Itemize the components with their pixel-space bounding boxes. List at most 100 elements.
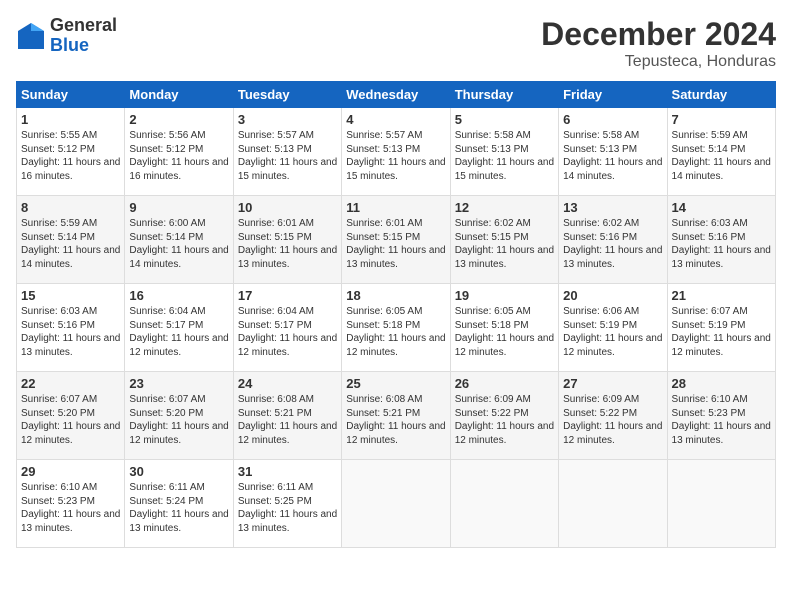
day-info: Sunrise: 5:55 AMSunset: 5:12 PMDaylight:… <box>21 130 120 182</box>
day-number: 30 <box>129 464 228 479</box>
calendar-cell: 15 Sunrise: 6:03 AMSunset: 5:16 PMDaylig… <box>17 284 125 372</box>
day-info: Sunrise: 5:57 AMSunset: 5:13 PMDaylight:… <box>346 130 445 182</box>
page: General Blue December 2024 Tepusteca, Ho… <box>0 0 792 612</box>
calendar-cell: 31 Sunrise: 6:11 AMSunset: 5:25 PMDaylig… <box>233 460 341 548</box>
col-sunday: Sunday <box>17 82 125 108</box>
day-info: Sunrise: 6:03 AMSunset: 5:16 PMDaylight:… <box>21 306 120 358</box>
day-number: 25 <box>346 376 445 391</box>
logo-general-text: General <box>50 16 117 36</box>
day-info: Sunrise: 5:59 AMSunset: 5:14 PMDaylight:… <box>672 130 771 182</box>
calendar-cell: 1 Sunrise: 5:55 AMSunset: 5:12 PMDayligh… <box>17 108 125 196</box>
day-info: Sunrise: 6:11 AMSunset: 5:25 PMDaylight:… <box>238 482 337 534</box>
day-info: Sunrise: 6:10 AMSunset: 5:23 PMDaylight:… <box>672 394 771 446</box>
day-info: Sunrise: 6:11 AMSunset: 5:24 PMDaylight:… <box>129 482 228 534</box>
calendar-cell: 21 Sunrise: 6:07 AMSunset: 5:19 PMDaylig… <box>667 284 775 372</box>
day-number: 31 <box>238 464 337 479</box>
day-number: 29 <box>21 464 120 479</box>
calendar-cell: 10 Sunrise: 6:01 AMSunset: 5:15 PMDaylig… <box>233 196 341 284</box>
calendar-week-2: 8 Sunrise: 5:59 AMSunset: 5:14 PMDayligh… <box>17 196 776 284</box>
day-number: 8 <box>21 200 120 215</box>
day-number: 23 <box>129 376 228 391</box>
calendar-cell: 30 Sunrise: 6:11 AMSunset: 5:24 PMDaylig… <box>125 460 233 548</box>
day-number: 3 <box>238 112 337 127</box>
day-info: Sunrise: 6:05 AMSunset: 5:18 PMDaylight:… <box>346 306 445 358</box>
calendar-cell: 9 Sunrise: 6:00 AMSunset: 5:14 PMDayligh… <box>125 196 233 284</box>
day-number: 19 <box>455 288 554 303</box>
calendar-cell: 25 Sunrise: 6:08 AMSunset: 5:21 PMDaylig… <box>342 372 450 460</box>
calendar-cell: 17 Sunrise: 6:04 AMSunset: 5:17 PMDaylig… <box>233 284 341 372</box>
calendar-cell: 26 Sunrise: 6:09 AMSunset: 5:22 PMDaylig… <box>450 372 558 460</box>
calendar-cell: 4 Sunrise: 5:57 AMSunset: 5:13 PMDayligh… <box>342 108 450 196</box>
calendar-location: Tepusteca, Honduras <box>541 53 776 71</box>
day-info: Sunrise: 6:10 AMSunset: 5:23 PMDaylight:… <box>21 482 120 534</box>
day-number: 6 <box>563 112 662 127</box>
day-info: Sunrise: 6:02 AMSunset: 5:15 PMDaylight:… <box>455 218 554 270</box>
day-number: 2 <box>129 112 228 127</box>
calendar-table: Sunday Monday Tuesday Wednesday Thursday… <box>16 81 776 548</box>
logo-blue-text: Blue <box>50 36 117 56</box>
calendar-cell: 24 Sunrise: 6:08 AMSunset: 5:21 PMDaylig… <box>233 372 341 460</box>
calendar-cell: 22 Sunrise: 6:07 AMSunset: 5:20 PMDaylig… <box>17 372 125 460</box>
day-info: Sunrise: 5:57 AMSunset: 5:13 PMDaylight:… <box>238 130 337 182</box>
day-info: Sunrise: 6:09 AMSunset: 5:22 PMDaylight:… <box>563 394 662 446</box>
day-number: 5 <box>455 112 554 127</box>
calendar-cell <box>450 460 558 548</box>
day-info: Sunrise: 6:01 AMSunset: 5:15 PMDaylight:… <box>346 218 445 270</box>
day-number: 10 <box>238 200 337 215</box>
day-number: 27 <box>563 376 662 391</box>
logo: General Blue <box>16 16 117 56</box>
calendar-cell: 27 Sunrise: 6:09 AMSunset: 5:22 PMDaylig… <box>559 372 667 460</box>
day-number: 7 <box>672 112 771 127</box>
calendar-week-4: 22 Sunrise: 6:07 AMSunset: 5:20 PMDaylig… <box>17 372 776 460</box>
day-info: Sunrise: 6:07 AMSunset: 5:19 PMDaylight:… <box>672 306 771 358</box>
day-info: Sunrise: 5:59 AMSunset: 5:14 PMDaylight:… <box>21 218 120 270</box>
day-number: 14 <box>672 200 771 215</box>
logo-icon <box>16 21 46 51</box>
day-info: Sunrise: 6:00 AMSunset: 5:14 PMDaylight:… <box>129 218 228 270</box>
day-info: Sunrise: 6:07 AMSunset: 5:20 PMDaylight:… <box>21 394 120 446</box>
day-number: 18 <box>346 288 445 303</box>
col-monday: Monday <box>125 82 233 108</box>
calendar-cell: 23 Sunrise: 6:07 AMSunset: 5:20 PMDaylig… <box>125 372 233 460</box>
day-info: Sunrise: 5:58 AMSunset: 5:13 PMDaylight:… <box>563 130 662 182</box>
calendar-cell: 14 Sunrise: 6:03 AMSunset: 5:16 PMDaylig… <box>667 196 775 284</box>
calendar-week-3: 15 Sunrise: 6:03 AMSunset: 5:16 PMDaylig… <box>17 284 776 372</box>
calendar-cell: 20 Sunrise: 6:06 AMSunset: 5:19 PMDaylig… <box>559 284 667 372</box>
day-number: 26 <box>455 376 554 391</box>
logo-text: General Blue <box>50 16 117 56</box>
col-friday: Friday <box>559 82 667 108</box>
day-number: 15 <box>21 288 120 303</box>
title-block: December 2024 Tepusteca, Honduras <box>541 16 776 71</box>
day-number: 22 <box>21 376 120 391</box>
calendar-cell: 7 Sunrise: 5:59 AMSunset: 5:14 PMDayligh… <box>667 108 775 196</box>
calendar-cell: 29 Sunrise: 6:10 AMSunset: 5:23 PMDaylig… <box>17 460 125 548</box>
col-wednesday: Wednesday <box>342 82 450 108</box>
header: General Blue December 2024 Tepusteca, Ho… <box>16 16 776 71</box>
calendar-cell: 6 Sunrise: 5:58 AMSunset: 5:13 PMDayligh… <box>559 108 667 196</box>
day-info: Sunrise: 6:01 AMSunset: 5:15 PMDaylight:… <box>238 218 337 270</box>
calendar-cell <box>342 460 450 548</box>
day-number: 24 <box>238 376 337 391</box>
calendar-cell: 16 Sunrise: 6:04 AMSunset: 5:17 PMDaylig… <box>125 284 233 372</box>
day-info: Sunrise: 6:02 AMSunset: 5:16 PMDaylight:… <box>563 218 662 270</box>
day-number: 20 <box>563 288 662 303</box>
calendar-cell: 3 Sunrise: 5:57 AMSunset: 5:13 PMDayligh… <box>233 108 341 196</box>
day-info: Sunrise: 6:05 AMSunset: 5:18 PMDaylight:… <box>455 306 554 358</box>
calendar-cell: 12 Sunrise: 6:02 AMSunset: 5:15 PMDaylig… <box>450 196 558 284</box>
calendar-cell: 18 Sunrise: 6:05 AMSunset: 5:18 PMDaylig… <box>342 284 450 372</box>
day-info: Sunrise: 6:08 AMSunset: 5:21 PMDaylight:… <box>238 394 337 446</box>
calendar-cell <box>559 460 667 548</box>
col-thursday: Thursday <box>450 82 558 108</box>
day-number: 21 <box>672 288 771 303</box>
col-tuesday: Tuesday <box>233 82 341 108</box>
calendar-cell: 11 Sunrise: 6:01 AMSunset: 5:15 PMDaylig… <box>342 196 450 284</box>
calendar-cell: 5 Sunrise: 5:58 AMSunset: 5:13 PMDayligh… <box>450 108 558 196</box>
calendar-cell: 2 Sunrise: 5:56 AMSunset: 5:12 PMDayligh… <box>125 108 233 196</box>
day-number: 28 <box>672 376 771 391</box>
day-number: 13 <box>563 200 662 215</box>
day-info: Sunrise: 5:56 AMSunset: 5:12 PMDaylight:… <box>129 130 228 182</box>
day-info: Sunrise: 6:08 AMSunset: 5:21 PMDaylight:… <box>346 394 445 446</box>
day-info: Sunrise: 6:03 AMSunset: 5:16 PMDaylight:… <box>672 218 771 270</box>
day-number: 12 <box>455 200 554 215</box>
day-info: Sunrise: 6:04 AMSunset: 5:17 PMDaylight:… <box>129 306 228 358</box>
